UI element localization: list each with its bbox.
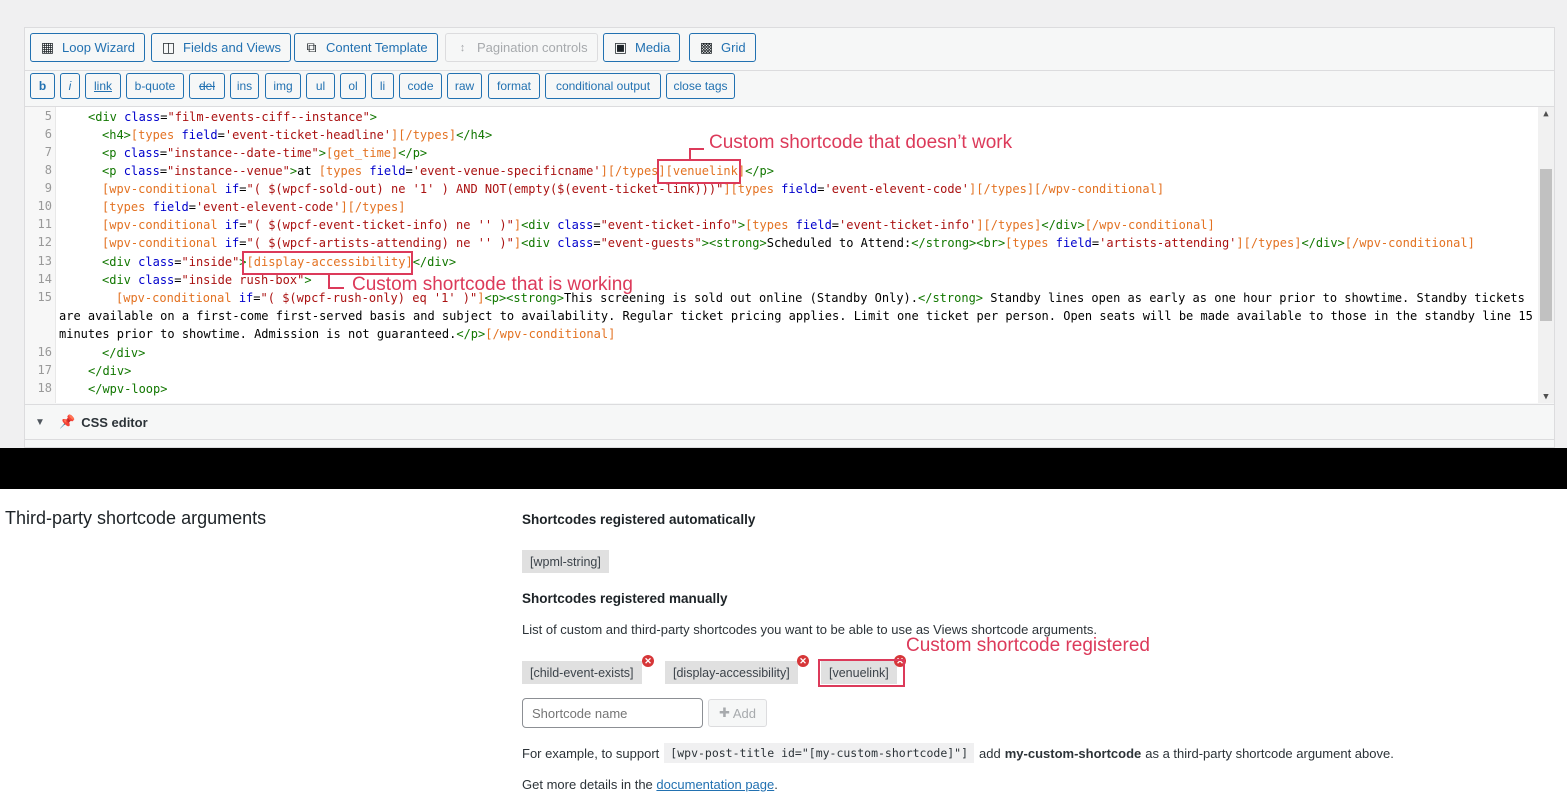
code-line: [wpv-conditional if="( $(wpcf-artists-at…	[102, 236, 1475, 250]
annotation-registered: Custom shortcode registered	[906, 635, 1150, 656]
annotation-box-venuelink-registered	[818, 659, 905, 687]
line-number-gutter: 5 6 7 8 9 10 11 12 13 14 15 16 17 18	[25, 107, 56, 403]
bootstrap-icon: ▩	[699, 39, 714, 55]
qt-code-button[interactable]: code	[399, 73, 442, 99]
qt-bold-button[interactable]: b	[30, 73, 55, 99]
qt-ol-button[interactable]: ol	[340, 73, 366, 99]
code-line: [wpv-conditional if="( $(wpcf-sold-out) …	[102, 182, 1165, 196]
scroll-up-icon[interactable]: ▲	[1538, 107, 1554, 121]
plus-icon: ✚	[718, 705, 730, 720]
qt-ul-button[interactable]: ul	[306, 73, 335, 99]
qt-ins-button[interactable]: ins	[230, 73, 259, 99]
qt-del-button[interactable]: del	[189, 73, 225, 99]
code-line: </wpv-loop>	[88, 382, 168, 396]
annotation-working: Custom shortcode that is working	[352, 274, 633, 295]
example-code: [wpv-post-title id="[my-custom-shortcode…	[664, 743, 975, 763]
content-template-button[interactable]: ⧉ Content Template	[294, 33, 438, 62]
separator-band	[0, 448, 1567, 489]
views-editor-panel: ▦ Loop Wizard ◫ Fields and Views ⧉ Conte…	[0, 0, 1567, 448]
manual-shortcode-chip: [child-event-exists]	[522, 661, 642, 684]
add-shortcode-button[interactable]: ✚ Add	[708, 699, 767, 727]
fields-and-views-button[interactable]: ◫ Fields and Views	[151, 33, 292, 62]
annotation-box-display-accessibility	[242, 251, 413, 275]
shortcode-settings-panel: Third-party shortcode arguments Shortcod…	[0, 489, 1567, 809]
media-button[interactable]: ▣ Media	[603, 33, 681, 62]
grid-button[interactable]: ▩ Grid	[689, 33, 756, 62]
qt-bquote-button[interactable]: b-quote	[126, 73, 184, 99]
chevron-down-icon: ▼	[35, 416, 45, 428]
qt-format-button[interactable]: format	[488, 73, 540, 99]
pagination-controls-button[interactable]: ↕ Pagination controls	[445, 33, 598, 62]
css-editor-label: CSS editor	[81, 414, 148, 430]
qt-close-tags-button[interactable]: close tags	[666, 73, 735, 99]
code-line: </div>	[88, 364, 132, 378]
code-line: <div class="film-events-ciff--instance">	[88, 110, 378, 124]
code-line: [types field='event-elevent-code'][/type…	[102, 200, 406, 214]
pin-icon: 📌	[59, 414, 76, 429]
scroll-down-icon[interactable]: ▼	[1538, 390, 1554, 403]
qt-link-button[interactable]: link	[85, 73, 121, 99]
code-line: <p class="instance--date-time">[get_time…	[102, 146, 428, 160]
auto-shortcodes-heading: Shortcodes registered automatically	[522, 512, 756, 527]
image-icon: ▣	[613, 39, 628, 55]
example-shortcode-name: my-custom-shortcode	[1004, 745, 1142, 761]
pagination-icon: ↕	[459, 41, 466, 54]
fields-icon: ◫	[161, 39, 176, 55]
qt-li-button[interactable]: li	[371, 73, 394, 99]
annotation-not-working: Custom shortcode that doesn’t work	[709, 132, 1013, 153]
grid-icon: ▦	[40, 39, 55, 55]
code-line: [wpv-conditional if="( $(wpcf-event-tick…	[102, 218, 1215, 232]
css-editor-toggle[interactable]: ▼ 📌 CSS editor	[25, 404, 1554, 440]
code-line: [wpv-conditional if="( $(wpcf-rush-only)…	[116, 291, 1525, 305]
code-line: </div>	[102, 346, 146, 360]
section-title: Third-party shortcode arguments	[5, 508, 267, 528]
copy-icon: ⧉	[306, 39, 317, 55]
qt-img-button[interactable]: img	[265, 73, 301, 99]
annotation-line	[328, 287, 344, 289]
remove-icon[interactable]: ✕	[642, 655, 654, 667]
scrollbar-thumb[interactable]	[1540, 169, 1552, 321]
code-line: minutes prior to showtime. Admission is …	[59, 327, 616, 341]
qt-raw-button[interactable]: raw	[447, 73, 482, 99]
code-line: are available on a first-come first-serv…	[59, 309, 1533, 323]
manual-shortcodes-heading: Shortcodes registered manually	[522, 591, 728, 606]
code-line: <h4>[types field='event-ticket-headline'…	[102, 128, 493, 142]
documentation-link[interactable]: documentation page	[656, 777, 774, 792]
loop-wizard-button[interactable]: ▦ Loop Wizard	[30, 33, 145, 62]
editor-scrollbar[interactable]: ▲ ▼	[1538, 107, 1554, 403]
shortcode-name-input[interactable]	[522, 698, 703, 728]
annotation-line	[689, 148, 704, 150]
annotation-box-venuelink	[657, 159, 741, 184]
qt-italic-button[interactable]: i	[60, 73, 80, 99]
example-text: For example, to support [wpv-post-title …	[522, 743, 1394, 763]
remove-icon[interactable]: ✕	[797, 655, 809, 667]
more-details-text: Get more details in the documentation pa…	[522, 777, 778, 792]
auto-shortcode-chip: [wpml-string]	[522, 550, 609, 573]
manual-shortcode-chip: [display-accessibility]	[665, 661, 798, 684]
qt-conditional-output-button[interactable]: conditional output	[545, 73, 661, 99]
